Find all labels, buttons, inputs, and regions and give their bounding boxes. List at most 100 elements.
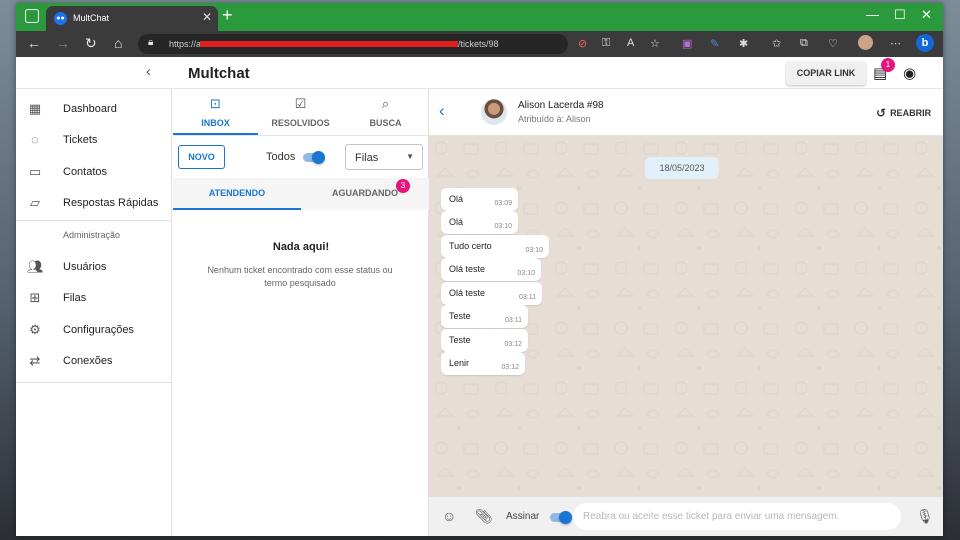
account-icon[interactable]: ◉ — [903, 64, 916, 82]
message-input[interactable] — [573, 503, 901, 530]
maximize-icon[interactable]: ☐ — [894, 7, 906, 23]
bing-icon[interactable]: b — [916, 34, 934, 52]
collapse-sidebar-icon[interactable]: ‹ — [146, 63, 151, 80]
message-time: 03:11 — [519, 294, 536, 301]
url-redaction — [200, 41, 458, 47]
onenote-icon[interactable]: ▣ — [682, 37, 692, 50]
reopen-label: REABRIR — [890, 108, 932, 118]
more-menu-icon[interactable]: ⋯ — [890, 37, 901, 50]
tab-atendendo[interactable]: ATENDENDO — [173, 178, 301, 210]
copy-link-button[interactable]: COPIAR LINK — [786, 61, 866, 85]
sidebar-divider — [16, 382, 172, 383]
message-bubble[interactable]: Tudo certo 03:10 — [441, 235, 549, 258]
ticket-status-tabs: ATENDENDO AGUARDANDO 3 — [173, 178, 429, 210]
tab-label: BUSCA — [369, 118, 402, 128]
sidebar-item-usuarios[interactable]: 👥︎ Usuários — [16, 254, 172, 280]
sidebar-item-label: Usuários — [63, 261, 107, 273]
browser-tab[interactable]: ●● MultChat ✕ — [46, 6, 218, 31]
contact-name[interactable]: Alison Lacerda #98 — [518, 100, 604, 111]
todos-label: Todos — [266, 151, 296, 163]
sidebar-item-respostas-rapidas[interactable]: ▱ Respostas Rápidas — [16, 190, 172, 216]
contacts-icon: ▭ — [28, 164, 42, 179]
tab-close-icon[interactable]: ✕ — [202, 10, 212, 24]
todos-toggle[interactable] — [303, 151, 325, 164]
refresh-icon[interactable]: ↻ — [85, 35, 97, 52]
sidebar-item-contatos[interactable]: ▭ Contatos — [16, 159, 172, 185]
message-bubble[interactable]: Teste 03:11 — [441, 305, 528, 328]
message-time: 03:10 — [494, 223, 512, 230]
profile-avatar-icon[interactable] — [858, 35, 873, 50]
message-bubble[interactable]: Lenir 03:12 — [441, 352, 525, 375]
message-bubble[interactable]: Teste 03:12 — [441, 329, 528, 352]
new-tab-icon[interactable]: + — [222, 5, 233, 26]
tab-aguardando[interactable]: AGUARDANDO 3 — [301, 178, 429, 210]
sidebar-item-label: Contatos — [63, 166, 108, 178]
tab-resolvidos[interactable]: ☑ RESOLVIDOS — [258, 89, 343, 135]
pen-extension-icon[interactable]: ✎ — [710, 37, 719, 50]
sidebar-item-tickets[interactable]: ◌ Tickets — [16, 127, 172, 153]
chat-messages-area[interactable]: 18/05/2023 Olá 03:09 Olá 03:10 Tudo cert… — [429, 136, 943, 496]
message-composer: ☺ 📎︎ Assinar 🎙︎ — [429, 496, 943, 536]
connections-icon: ⇄ — [29, 353, 41, 368]
sidebar-item-label: Dashboard — [63, 103, 117, 115]
microphone-icon[interactable]: 🎙︎ — [916, 508, 934, 525]
favorites-icon[interactable]: ✩ — [772, 37, 781, 50]
emoji-icon[interactable]: ☺ — [442, 508, 456, 524]
dropdown-arrow-icon: ▼ — [406, 152, 414, 161]
waiting-count-badge: 3 — [396, 179, 410, 193]
sign-toggle[interactable] — [550, 511, 572, 524]
sidebar-item-dashboard[interactable]: ▦ Dashboard — [16, 96, 172, 122]
performance-icon[interactable]: ♡ — [828, 37, 838, 50]
reopen-button[interactable]: ↺ REABRIR — [876, 105, 932, 120]
queue-select[interactable]: Filas ▼ — [345, 144, 423, 170]
message-bubble[interactable]: Olá 03:09 — [441, 188, 518, 211]
minimize-icon[interactable]: — — [866, 7, 879, 22]
sign-label: Assinar — [506, 511, 540, 522]
tab-label: AGUARDANDO — [332, 188, 398, 198]
dashboard-icon: ▦ — [28, 101, 42, 116]
users-icon: 👥︎ — [27, 259, 44, 274]
new-ticket-button[interactable]: NOVO — [178, 145, 225, 169]
back-arrow-icon[interactable]: ‹ — [439, 101, 445, 121]
extensions-icon[interactable]: ✱ — [739, 37, 748, 50]
message-bubble[interactable]: Olá teste 03:10 — [441, 258, 541, 281]
message-time: 03:11 — [505, 317, 522, 324]
sidebar-section-label: Administração — [63, 230, 121, 240]
attach-icon[interactable]: 📎︎ — [475, 508, 493, 525]
read-aloud-icon[interactable]: A — [627, 37, 634, 49]
url-prefix: https://a — [169, 39, 202, 49]
sidebar-item-conexoes[interactable]: ⇄ Conexões — [16, 348, 172, 374]
empty-state-text: Nenhum ticket encontrado com esse status… — [207, 265, 393, 288]
tab-label: INBOX — [201, 118, 230, 128]
address-bar-row: ← → ↻ ⌂ 🔒︎ https://a /tickets/98 ⊘ ⚿ A ☆… — [16, 31, 943, 57]
url-field[interactable]: 🔒︎ https://a /tickets/98 — [138, 34, 568, 54]
key-icon[interactable]: ⚿ — [602, 37, 610, 50]
tab-label: RESOLVIDOS — [271, 118, 330, 128]
home-icon[interactable]: ⌂ — [114, 35, 122, 51]
queues-icon: ⊞ — [29, 290, 41, 305]
message-bubble[interactable]: Olá 03:10 — [441, 211, 518, 234]
message-bubble[interactable]: Olá teste 03:11 — [441, 282, 542, 305]
tickets-panel: ⊡ INBOX ☑ RESOLVIDOS ⌕ BUSCA NOVO Todos … — [173, 89, 429, 536]
lock-icon: 🔒︎ — [148, 37, 154, 48]
queue-select-value: Filas — [355, 152, 379, 164]
forward-icon[interactable]: → — [56, 35, 70, 51]
sidebar-item-label: Tickets — [63, 134, 98, 146]
chat-favicon-icon: ●● — [54, 12, 67, 25]
tab-actions-icon[interactable] — [25, 9, 39, 23]
collections-icon[interactable]: ⧉ — [800, 37, 808, 50]
tab-inbox[interactable]: ⊡ INBOX — [173, 89, 258, 135]
sidebar-item-filas[interactable]: ⊞ Filas — [16, 285, 172, 311]
camera-blocked-icon[interactable]: ⊘ — [578, 37, 587, 50]
favorite-add-icon[interactable]: ☆ — [650, 37, 660, 50]
back-icon[interactable]: ← — [27, 35, 41, 51]
tab-busca[interactable]: ⌕ BUSCA — [343, 89, 428, 135]
close-window-icon[interactable]: ✕ — [921, 7, 932, 23]
inbox-icon: ⊡ — [210, 96, 221, 111]
contact-avatar[interactable] — [481, 99, 507, 125]
message-time: 03:12 — [504, 341, 522, 348]
reopen-icon: ↺ — [876, 106, 887, 120]
sidebar-item-configuracoes[interactable]: ⚙ Configurações — [16, 317, 172, 343]
message-text: Olá teste — [449, 264, 486, 274]
message-time: 03:10 — [525, 247, 543, 254]
